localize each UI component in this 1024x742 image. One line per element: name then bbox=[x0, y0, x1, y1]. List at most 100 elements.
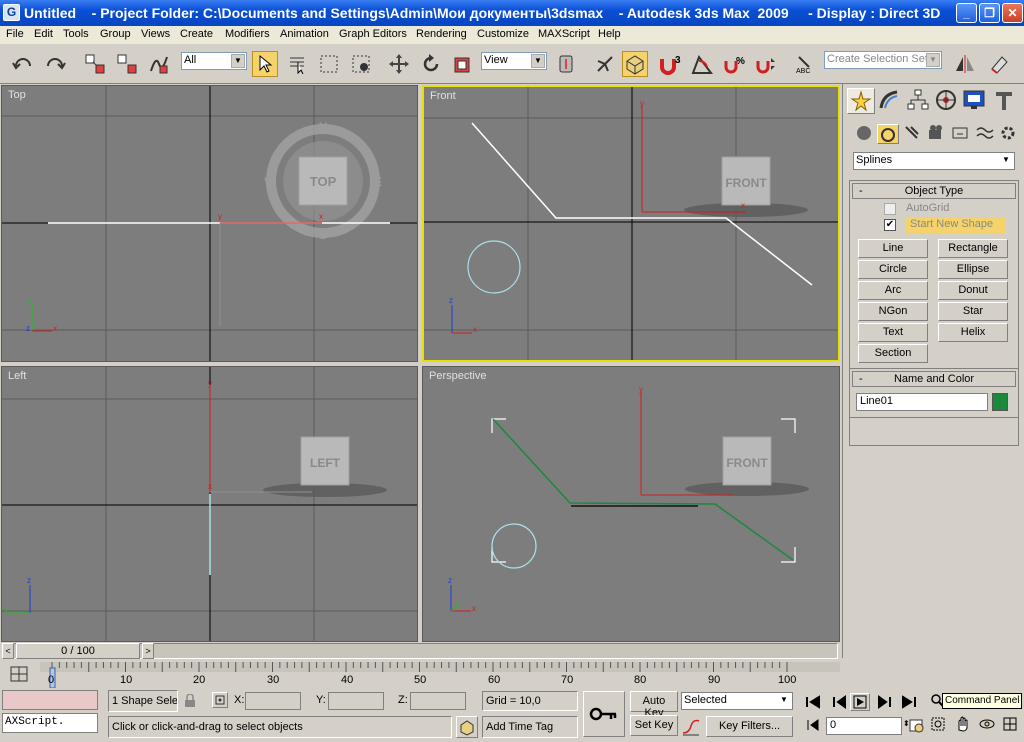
star-button[interactable]: Star bbox=[938, 302, 1008, 321]
select-and-manipulate-icon[interactable] bbox=[592, 51, 618, 77]
viewport-top[interactable]: TOP N E S W y x y x z Top bbox=[1, 85, 418, 362]
go-to-end-icon[interactable] bbox=[900, 694, 918, 713]
key-mode-toggle-icon[interactable] bbox=[806, 718, 820, 735]
select-and-move-icon[interactable] bbox=[386, 51, 412, 77]
systems-icon[interactable] bbox=[999, 124, 1019, 145]
key-filters-button[interactable]: Key Filters... bbox=[706, 716, 793, 737]
play-icon[interactable] bbox=[850, 693, 870, 711]
geometry-icon[interactable] bbox=[855, 124, 873, 145]
viewport-label-front[interactable]: Front bbox=[430, 90, 456, 102]
current-frame-field[interactable]: 0 bbox=[826, 717, 902, 735]
menu-group[interactable]: Group bbox=[100, 28, 131, 40]
donut-button[interactable]: Donut bbox=[938, 281, 1008, 300]
shapes-icon[interactable] bbox=[877, 124, 899, 144]
start-new-shape-button[interactable]: Start New Shape bbox=[906, 218, 1006, 233]
viewport-perspective[interactable]: FRONT y z x Perspective bbox=[422, 366, 840, 642]
unlink-selection-icon[interactable] bbox=[114, 51, 140, 77]
menu-maxscript[interactable]: MAXScript bbox=[538, 28, 590, 40]
x-coordinate-field[interactable] bbox=[245, 692, 301, 710]
percent-snap-toggle-icon[interactable]: % bbox=[722, 51, 748, 77]
section-button[interactable]: Section bbox=[858, 344, 928, 363]
add-time-tag-button[interactable]: Add Time Tag bbox=[482, 716, 578, 738]
hierarchy-tab-icon[interactable] bbox=[905, 88, 933, 114]
arc-button[interactable]: Arc bbox=[858, 281, 928, 300]
rectangular-selection-region-icon[interactable] bbox=[316, 51, 342, 77]
display-tab-icon[interactable] bbox=[961, 88, 989, 114]
pan-view-icon[interactable] bbox=[954, 716, 972, 735]
select-and-scale-icon[interactable] bbox=[450, 51, 476, 77]
time-slider-thumb[interactable]: 0 / 100 bbox=[16, 643, 140, 659]
object-name-input[interactable]: Line01 bbox=[856, 393, 988, 411]
category-dropdown[interactable]: Splines ▼ bbox=[853, 152, 1015, 170]
time-slider-next[interactable]: > bbox=[142, 643, 154, 659]
viewport-front[interactable]: FRONT y x z x Front bbox=[422, 85, 840, 362]
lights-icon[interactable] bbox=[903, 124, 921, 145]
menu-modifiers[interactable]: Modifiers bbox=[225, 28, 270, 40]
menu-help[interactable]: Help bbox=[598, 28, 621, 40]
set-key-icon[interactable] bbox=[583, 691, 625, 737]
bind-to-space-warp-icon[interactable] bbox=[146, 51, 172, 77]
selection-lock-icon[interactable] bbox=[183, 693, 197, 711]
time-tag-icon[interactable] bbox=[456, 716, 478, 738]
select-and-link-icon[interactable] bbox=[82, 51, 108, 77]
undo-icon[interactable] bbox=[10, 51, 36, 77]
utilities-tab-icon[interactable] bbox=[991, 88, 1019, 114]
motion-tab-icon[interactable] bbox=[933, 88, 961, 114]
arc-rotate-icon[interactable] bbox=[978, 716, 996, 735]
z-coordinate-field[interactable] bbox=[410, 692, 466, 710]
maxscript-listener-input[interactable]: AXScript. bbox=[2, 713, 98, 733]
select-and-rotate-icon[interactable] bbox=[418, 51, 444, 77]
default-tangent-icon[interactable] bbox=[681, 717, 703, 737]
app-icon[interactable]: G bbox=[3, 4, 20, 21]
viewport-label-perspective[interactable]: Perspective bbox=[429, 370, 486, 382]
absolute-mode-toggle-icon[interactable] bbox=[212, 692, 228, 708]
time-configuration-icon[interactable] bbox=[908, 717, 924, 736]
menu-create[interactable]: Create bbox=[180, 28, 213, 40]
maxscript-listener-upper[interactable] bbox=[2, 690, 98, 710]
redo-icon[interactable] bbox=[42, 51, 68, 77]
menu-rendering[interactable]: Rendering bbox=[416, 28, 467, 40]
spinner-snap-toggle-icon[interactable] bbox=[754, 51, 780, 77]
edit-named-selection-icon[interactable]: ABC bbox=[793, 51, 819, 77]
create-tab-icon[interactable] bbox=[847, 88, 875, 114]
close-button[interactable]: ✕ bbox=[1002, 3, 1023, 23]
cameras-icon[interactable] bbox=[927, 124, 947, 145]
menu-edit[interactable]: Edit bbox=[34, 28, 53, 40]
viewport-left[interactable]: LEFT y x z y Left bbox=[1, 366, 418, 642]
space-warps-icon[interactable] bbox=[975, 124, 995, 145]
minimize-button[interactable]: _ bbox=[956, 3, 977, 23]
menu-graph-editors[interactable]: Graph Editors bbox=[339, 28, 407, 40]
y-coordinate-field[interactable] bbox=[328, 692, 384, 710]
set-key-button[interactable]: Set Key bbox=[630, 715, 678, 736]
name-and-color-header[interactable]: - Name and Color bbox=[852, 371, 1016, 387]
go-to-start-icon[interactable] bbox=[804, 694, 822, 713]
zoom-region-icon[interactable] bbox=[930, 716, 946, 735]
open-mini-curve-editor-icon[interactable] bbox=[8, 664, 34, 684]
align-icon[interactable] bbox=[986, 51, 1012, 77]
menu-animation[interactable]: Animation bbox=[280, 28, 329, 40]
rectangle-button[interactable]: Rectangle bbox=[938, 239, 1008, 258]
line-button[interactable]: Line bbox=[858, 239, 928, 258]
modify-tab-icon[interactable] bbox=[877, 88, 905, 114]
text-button[interactable]: Text bbox=[858, 323, 928, 342]
object-type-header[interactable]: - Object Type bbox=[852, 183, 1016, 199]
time-slider-prev[interactable]: < bbox=[2, 643, 14, 659]
circle-button[interactable]: Circle bbox=[858, 260, 928, 279]
toolbar-overflow[interactable] bbox=[1015, 54, 1021, 74]
auto-key-button[interactable]: Auto Key bbox=[630, 691, 678, 719]
window-crossing-icon[interactable] bbox=[348, 51, 374, 77]
keyboard-shortcut-override-icon[interactable] bbox=[622, 51, 648, 77]
menu-tools[interactable]: Tools bbox=[63, 28, 89, 40]
helpers-icon[interactable] bbox=[951, 124, 971, 145]
ngon-button[interactable]: NGon bbox=[858, 302, 928, 321]
next-frame-icon[interactable] bbox=[876, 694, 894, 713]
start-new-shape-checkbox[interactable]: ✔ bbox=[884, 219, 896, 231]
autogrid-checkbox[interactable] bbox=[884, 203, 896, 215]
mirror-icon[interactable] bbox=[952, 51, 978, 77]
ellipse-button[interactable]: Ellipse bbox=[938, 260, 1008, 279]
snaps-toggle-icon[interactable]: 3 bbox=[658, 51, 684, 77]
viewport-label-left[interactable]: Left bbox=[8, 370, 26, 382]
maximize-viewport-icon[interactable] bbox=[1002, 716, 1018, 735]
named-selection-set-dropdown[interactable]: Create Selection Set ▼ bbox=[824, 51, 942, 69]
object-color-swatch[interactable] bbox=[992, 393, 1008, 411]
